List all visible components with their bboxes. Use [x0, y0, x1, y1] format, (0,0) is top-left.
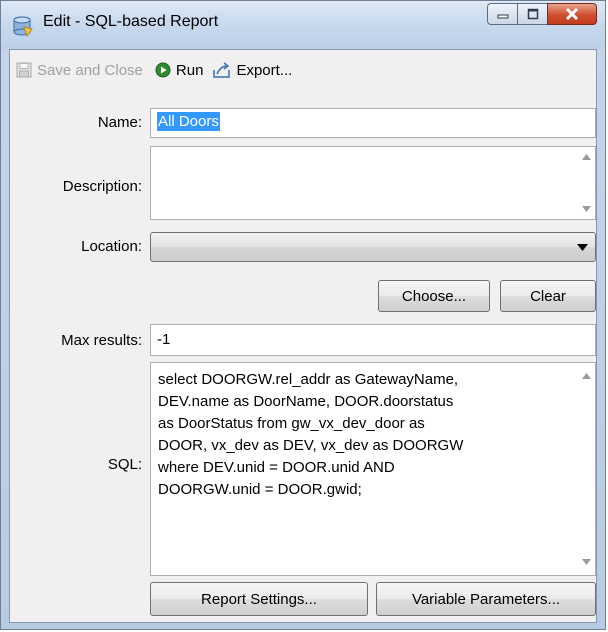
minimize-button[interactable] [487, 3, 517, 25]
maximize-button[interactable] [517, 3, 547, 25]
close-icon [565, 8, 579, 20]
window-title: Edit - SQL-based Report [43, 13, 219, 30]
floppy-disk-icon [16, 62, 32, 78]
name-value: All Doors [157, 112, 220, 131]
clear-label: Clear [530, 287, 566, 305]
scroll-down-icon [582, 206, 591, 212]
save-and-close-button[interactable]: Save and Close [12, 56, 147, 84]
save-and-close-label: Save and Close [37, 61, 143, 79]
sql-label: SQL: [107, 456, 142, 473]
sql-textarea[interactable]: select DOORGW.rel_addr as GatewayName, D… [150, 362, 596, 576]
scroll-up-icon [582, 373, 591, 379]
sql-scrollbar[interactable] [578, 363, 595, 575]
maximize-icon [527, 8, 538, 20]
toolbar: Save and Close Run Export... [10, 50, 596, 90]
description-label: Description: [62, 178, 142, 195]
close-button[interactable] [547, 3, 597, 25]
clear-button[interactable]: Clear [500, 280, 596, 312]
export-label: Export... [236, 61, 293, 79]
report-settings-label: Report Settings... [201, 590, 317, 608]
minimize-icon [497, 14, 508, 19]
name-input[interactable]: All Doors [150, 108, 596, 138]
choose-label: Choose... [401, 287, 467, 305]
chevron-down-icon [577, 244, 588, 251]
sql-value: select DOORGW.rel_addr as GatewayName, D… [158, 371, 464, 498]
title-bar[interactable]: Edit - SQL-based Report [1, 1, 605, 49]
variable-parameters-button[interactable]: Variable Parameters... [376, 582, 596, 616]
dialog-window: Edit - SQL-based Report Save and Close R… [0, 0, 606, 630]
name-label: Name: [97, 114, 142, 131]
export-icon [213, 62, 231, 78]
location-dropdown[interactable] [150, 232, 596, 262]
max-results-label: Max results: [61, 332, 142, 349]
location-label: Location: [81, 238, 142, 255]
max-results-value: -1 [157, 331, 171, 348]
play-icon [155, 62, 171, 78]
choose-button[interactable]: Choose... [378, 280, 490, 312]
scroll-up-icon [582, 154, 591, 160]
database-report-icon [13, 16, 33, 37]
run-button[interactable]: Run [151, 56, 208, 84]
description-input[interactable] [150, 146, 596, 220]
max-results-input[interactable]: -1 [150, 324, 596, 356]
description-scrollbar[interactable] [578, 147, 595, 219]
export-button[interactable]: Export... [209, 56, 296, 84]
run-label: Run [175, 61, 204, 79]
report-settings-button[interactable]: Report Settings... [150, 582, 368, 616]
scroll-down-icon [582, 559, 591, 565]
dialog-body: Save and Close Run Export... Name: All D… [9, 49, 597, 623]
variable-parameters-label: Variable Parameters... [411, 590, 561, 608]
